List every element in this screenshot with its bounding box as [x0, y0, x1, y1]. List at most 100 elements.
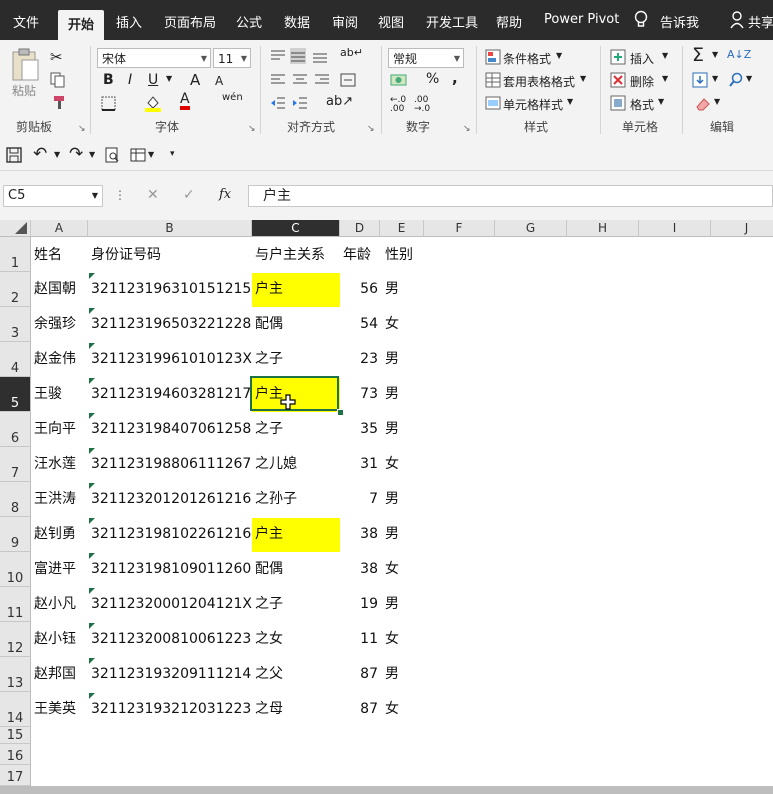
chevron-down-icon[interactable]: ▼ [712, 74, 718, 83]
worksheet-grid[interactable]: A B C D E F G H I J 1 2 3 4 5 6 7 8 9 10… [0, 220, 773, 786]
cut-icon[interactable]: ✂ [50, 48, 63, 66]
format-cells-button[interactable]: 格式 [630, 96, 654, 113]
font-color-icon[interactable]: A [180, 92, 190, 110]
find-icon[interactable] [728, 72, 744, 88]
chevron-down-icon[interactable]: ▼ [54, 150, 60, 159]
column-header-d[interactable]: D [340, 220, 380, 237]
insert-function-button[interactable]: fx [219, 187, 231, 202]
cell-age[interactable]: 56 [338, 279, 378, 299]
select-all-corner[interactable] [0, 220, 31, 237]
cell-age[interactable]: 31 [338, 454, 378, 474]
row-header[interactable]: 2 [0, 272, 31, 307]
cell-relation[interactable]: 配偶 [255, 559, 283, 579]
phonetic-button[interactable]: wén [222, 92, 243, 103]
row-header[interactable]: 11 [0, 587, 31, 622]
enter-icon[interactable]: ✓ [183, 187, 195, 203]
align-left-icon[interactable] [270, 72, 286, 88]
chevron-down-icon[interactable]: ▼ [556, 51, 562, 60]
conditional-format-button[interactable]: 条件格式 [503, 50, 551, 67]
tell-me-search[interactable]: 告诉我 [660, 12, 699, 31]
font-size-select[interactable]: 11 ▼ [213, 48, 251, 68]
tab-page-layout[interactable]: 页面布局 [164, 12, 216, 31]
cell-relation[interactable]: 之父 [255, 664, 283, 684]
cell-id[interactable]: 321123198109011260 [91, 559, 251, 579]
row-header[interactable]: 7 [0, 447, 31, 482]
chevron-down-icon[interactable]: ▼ [148, 150, 154, 159]
header-cell-age[interactable]: 年龄 [343, 245, 371, 265]
increase-indent-icon[interactable] [292, 95, 308, 111]
row-header[interactable]: 14 [0, 692, 31, 727]
cell-sex[interactable]: 男 [385, 349, 399, 369]
column-header-j[interactable]: J [711, 220, 773, 237]
tab-formulas[interactable]: 公式 [236, 12, 262, 31]
customize-qat-icon[interactable]: ▾ [170, 149, 175, 159]
font-name-select[interactable]: 宋体 ▼ [97, 48, 211, 68]
cell-id[interactable]: 321123198102261216 [91, 524, 251, 544]
cell-id[interactable]: 321123198407061258 [91, 419, 251, 439]
chevron-down-icon[interactable]: ▼ [712, 50, 718, 59]
decrease-decimal-button[interactable]: .00 →.0 [414, 96, 440, 114]
paste-button[interactable]: 粘贴 [12, 82, 36, 99]
cell-relation[interactable]: 户主 [255, 524, 283, 544]
cell-name[interactable]: 王美英 [34, 699, 76, 719]
cell-age[interactable]: 38 [338, 524, 378, 544]
cell-relation[interactable]: 之女 [255, 629, 283, 649]
cell-sex[interactable]: 女 [385, 559, 399, 579]
chevron-down-icon[interactable]: ▼ [746, 74, 752, 83]
align-top-icon[interactable] [270, 48, 286, 64]
cell-age[interactable]: 7 [338, 489, 378, 509]
column-header-i[interactable]: I [639, 220, 711, 237]
copy-icon[interactable] [50, 72, 66, 88]
cell-relation[interactable]: 配偶 [255, 314, 283, 334]
chevron-down-icon[interactable]: ▼ [658, 97, 664, 106]
cell-sex[interactable]: 男 [385, 594, 399, 614]
cell-id[interactable]: 321123193209111214 [91, 664, 251, 684]
header-cell-name[interactable]: 姓名 [34, 245, 62, 265]
undo-icon[interactable]: ↶ [33, 144, 47, 164]
row-header[interactable]: 8 [0, 482, 31, 517]
cell-relation[interactable]: 之母 [255, 699, 283, 719]
column-header-g[interactable]: G [495, 220, 567, 237]
decrease-indent-icon[interactable] [270, 95, 286, 111]
fill-icon[interactable] [692, 72, 708, 88]
tab-data[interactable]: 数据 [284, 12, 310, 31]
cell-id[interactable]: 321123196503221228 [91, 314, 251, 334]
cell-sex[interactable]: 女 [385, 454, 399, 474]
alignment-launcher-icon[interactable]: ↘ [367, 124, 375, 134]
cell-name[interactable]: 赵小钰 [34, 629, 76, 649]
italic-button[interactable]: I [128, 72, 132, 88]
cell-sex[interactable]: 女 [385, 629, 399, 649]
grow-font-button[interactable]: A [190, 71, 200, 89]
cell-relation[interactable]: 之子 [255, 594, 283, 614]
clear-icon[interactable] [694, 95, 710, 111]
header-cell-relation[interactable]: 与户主关系 [255, 245, 325, 265]
format-table-button[interactable]: 套用表格格式 [503, 73, 575, 90]
chevron-down-icon[interactable]: ▼ [662, 51, 668, 60]
row-header[interactable]: 3 [0, 307, 31, 342]
chevron-down-icon[interactable]: ▼ [92, 186, 98, 206]
cell-sex[interactable]: 男 [385, 279, 399, 299]
tab-review[interactable]: 审阅 [332, 12, 358, 31]
cell-age[interactable]: 23 [338, 349, 378, 369]
cell-id[interactable]: 321123196310151215 [91, 279, 251, 299]
tab-power-pivot[interactable]: Power Pivot [544, 12, 619, 27]
column-header-h[interactable]: H [567, 220, 639, 237]
row-header[interactable]: 15 [0, 727, 31, 744]
cell-id[interactable]: 32112320001204121X [91, 594, 252, 614]
tab-file[interactable]: 文件 [13, 12, 39, 31]
name-box[interactable]: C5 ▼ [3, 185, 103, 207]
row-header[interactable]: 4 [0, 342, 31, 377]
row-header[interactable]: 13 [0, 657, 31, 692]
column-header-f[interactable]: F [424, 220, 495, 237]
cell-relation[interactable]: 之孙子 [255, 489, 297, 509]
clipboard-icon[interactable] [10, 46, 40, 86]
cell-age[interactable]: 73 [338, 384, 378, 404]
cell-age[interactable]: 11 [338, 629, 378, 649]
cell-age[interactable]: 19 [338, 594, 378, 614]
percent-button[interactable]: % [426, 71, 439, 87]
cell-sex[interactable]: 女 [385, 314, 399, 334]
chevron-down-icon[interactable]: ▼ [567, 97, 573, 106]
number-format-select[interactable]: 常规 ▼ [388, 48, 464, 68]
cell-sex[interactable]: 男 [385, 419, 399, 439]
row-header[interactable]: 9 [0, 517, 31, 552]
